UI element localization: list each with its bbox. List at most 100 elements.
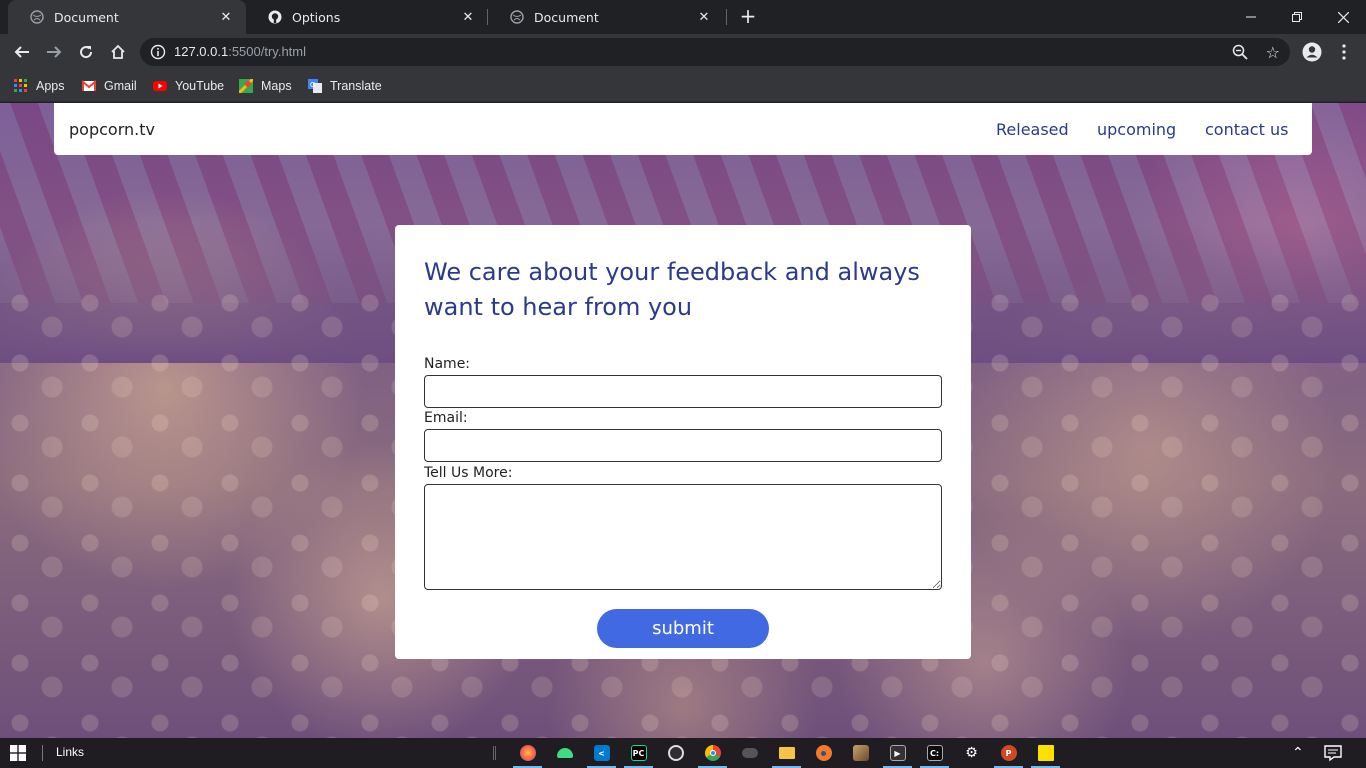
profile-icon bbox=[1302, 42, 1322, 62]
tab-options[interactable]: Options ✕ bbox=[246, 0, 488, 34]
zoom-icon[interactable] bbox=[1232, 44, 1248, 60]
name-label: Name: bbox=[424, 356, 471, 372]
bookmark-youtube[interactable]: YouTube bbox=[153, 76, 224, 96]
taskbar-pycharm[interactable]: PC bbox=[620, 738, 657, 768]
taskbar-media-app[interactable] bbox=[842, 738, 879, 768]
maps-icon bbox=[239, 79, 253, 93]
nav-link-released[interactable]: Released bbox=[996, 120, 1069, 139]
taskbar-chrome[interactable] bbox=[694, 738, 731, 768]
tab-separator bbox=[726, 9, 727, 25]
star-icon[interactable]: ☆ bbox=[1266, 43, 1280, 62]
tab-document-active[interactable]: Document ✕ bbox=[8, 0, 246, 34]
vscode-icon: < bbox=[593, 745, 610, 761]
restore-icon bbox=[1292, 12, 1302, 22]
globe-icon bbox=[510, 10, 524, 24]
close-icon bbox=[1337, 11, 1349, 23]
profile-button[interactable] bbox=[1302, 42, 1322, 62]
info-icon[interactable] bbox=[150, 44, 166, 60]
arrow-left-icon bbox=[14, 46, 29, 58]
email-field[interactable] bbox=[424, 429, 942, 462]
home-button[interactable] bbox=[108, 42, 128, 62]
tab-strip: Document ✕ Options ✕ Document ✕ + bbox=[0, 0, 1366, 34]
taskbar-obs[interactable] bbox=[657, 738, 694, 768]
tell-us-more-label: Tell Us More: bbox=[424, 465, 513, 481]
windows-taskbar: Links < PC ▶ C: ⚙ P ⌃ bbox=[0, 738, 1366, 768]
taskbar-vscode[interactable]: < bbox=[583, 738, 620, 768]
bookmark-gmail[interactable]: Gmail bbox=[82, 76, 137, 96]
arrow-right-icon bbox=[47, 46, 62, 58]
sticky-notes-icon bbox=[1037, 745, 1054, 761]
chevron-up-icon[interactable]: ⌃ bbox=[1292, 745, 1304, 761]
blender-icon bbox=[815, 745, 832, 761]
tab-title: Options bbox=[292, 9, 341, 25]
close-icon[interactable]: ✕ bbox=[460, 10, 476, 25]
taskbar-video-player[interactable]: ▶ bbox=[879, 738, 916, 768]
bookmark-label: Maps bbox=[261, 79, 292, 93]
taskbar-alien-app[interactable] bbox=[731, 738, 768, 768]
taskbar-firefox[interactable] bbox=[509, 738, 546, 768]
apps-grid-icon bbox=[14, 79, 27, 92]
tab-title: Document bbox=[534, 9, 599, 25]
name-field[interactable] bbox=[424, 375, 942, 408]
bookmark-maps[interactable]: Maps bbox=[239, 76, 292, 96]
back-button[interactable] bbox=[12, 42, 32, 62]
reload-button[interactable] bbox=[76, 42, 96, 62]
globe-icon bbox=[30, 10, 44, 24]
url-text[interactable]: 127.0.0.1:5500/try.html bbox=[174, 44, 306, 59]
site-navbar: popcorn.tv Released upcoming contact us bbox=[54, 103, 1312, 155]
menu-button[interactable] bbox=[1334, 42, 1354, 62]
feedback-card: We care about your feedback and always w… bbox=[395, 225, 971, 659]
close-icon[interactable]: ✕ bbox=[696, 10, 712, 25]
bookmark-apps[interactable]: Apps bbox=[14, 76, 65, 96]
video-player-icon: ▶ bbox=[889, 745, 906, 761]
nav-link-contact[interactable]: contact us bbox=[1205, 120, 1288, 139]
bookmark-label: YouTube bbox=[175, 79, 225, 93]
minimize-button[interactable] bbox=[1228, 0, 1274, 34]
gear-icon: ⚙ bbox=[965, 745, 978, 761]
taskbar-file-explorer[interactable] bbox=[768, 738, 805, 768]
windows-start-icon[interactable] bbox=[10, 745, 26, 761]
close-window-button[interactable] bbox=[1320, 0, 1366, 34]
notification-icon[interactable] bbox=[1324, 744, 1342, 762]
taskbar-terminal[interactable]: C: bbox=[916, 738, 953, 768]
nav-link-upcoming[interactable]: upcoming bbox=[1097, 120, 1176, 139]
links-toolbar[interactable]: Links bbox=[56, 745, 84, 759]
new-tab-button[interactable]: + bbox=[738, 6, 758, 26]
feedback-heading: We care about your feedback and always w… bbox=[424, 258, 920, 321]
taskbar-sticky-notes[interactable] bbox=[1027, 738, 1064, 768]
taskbar-powerpoint[interactable]: P bbox=[990, 738, 1027, 768]
alien-icon bbox=[741, 748, 758, 758]
taskbar-android-studio[interactable] bbox=[546, 738, 583, 768]
forward-button[interactable] bbox=[44, 42, 64, 62]
taskbar-blender[interactable] bbox=[805, 738, 842, 768]
obs-icon bbox=[667, 745, 684, 761]
url-host: 127.0.0.1 bbox=[174, 44, 229, 59]
minimize-icon bbox=[1246, 16, 1256, 18]
reload-icon bbox=[80, 46, 93, 59]
bookmark-label: Gmail bbox=[104, 79, 137, 93]
url-path: :5500/try.html bbox=[228, 44, 307, 59]
close-icon[interactable]: ✕ bbox=[218, 10, 234, 25]
tell-us-more-field[interactable] bbox=[424, 484, 942, 590]
submit-button[interactable]: submit bbox=[597, 609, 769, 648]
toolbar-separator bbox=[42, 745, 43, 761]
chrome-icon bbox=[704, 745, 721, 761]
address-bar[interactable]: 127.0.0.1:5500/try.html ☆ bbox=[140, 38, 1290, 66]
android-icon bbox=[556, 748, 573, 758]
youtube-icon bbox=[153, 81, 167, 91]
kebab-menu-icon bbox=[1342, 44, 1346, 60]
site-brand[interactable]: popcorn.tv bbox=[69, 120, 155, 139]
firefox-icon bbox=[519, 745, 536, 761]
bookmarks-bar: Apps Gmail YouTube Maps G Translate bbox=[0, 70, 1366, 102]
toolbar-grip[interactable] bbox=[493, 746, 496, 760]
github-icon bbox=[268, 10, 282, 24]
bookmark-translate[interactable]: G Translate bbox=[308, 76, 382, 96]
bookmark-label: Translate bbox=[330, 79, 382, 93]
bookmark-label: Apps bbox=[36, 79, 65, 93]
email-label: Email: bbox=[424, 410, 468, 426]
restore-button[interactable] bbox=[1274, 0, 1320, 34]
tab-document[interactable]: Document ✕ bbox=[488, 0, 724, 34]
taskbar-settings[interactable]: ⚙ bbox=[953, 738, 990, 768]
folder-icon bbox=[778, 747, 795, 759]
media-app-icon bbox=[852, 745, 869, 761]
